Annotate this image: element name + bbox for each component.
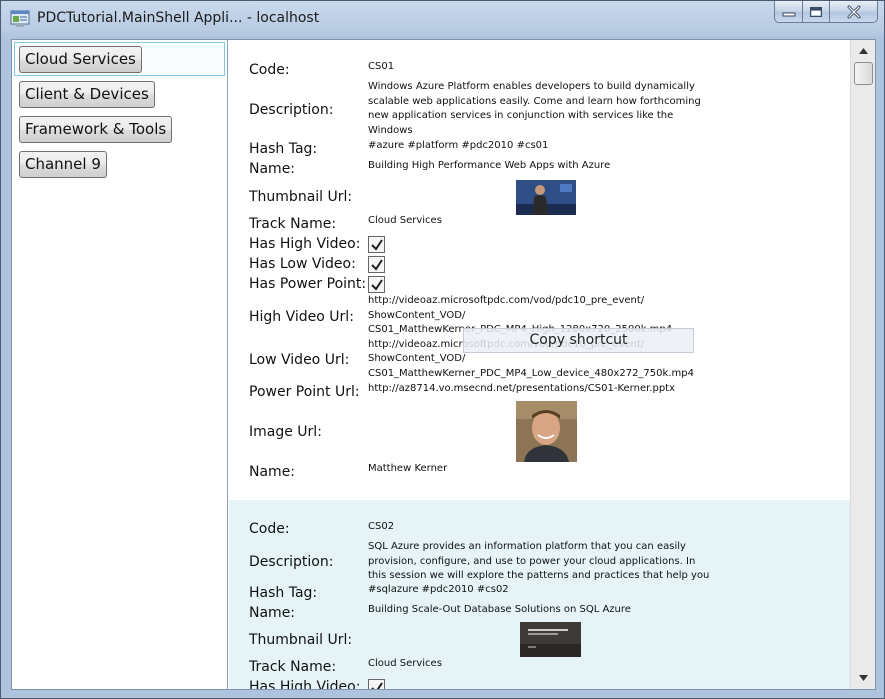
code-value: CS01 (368, 61, 395, 72)
scrollbar-thumb[interactable] (854, 62, 873, 85)
has-low-video-checkbox[interactable] (368, 256, 385, 273)
copy-shortcut-tooltip[interactable]: Copy shortcut (463, 328, 694, 353)
name-value: Building High Performance Web Apps with … (368, 160, 611, 171)
hash-tag-value: #sqlazure #pdc2010 #cs02 (368, 584, 509, 595)
code-label: Code: (249, 521, 290, 537)
thumbnail-url-label: Thumbnail Url: (249, 189, 353, 205)
has-high-video-checkbox[interactable] (368, 236, 385, 253)
window-title: PDCTutorial.MainShell Appli... - localho… (37, 10, 320, 26)
speaker-name-label: Name: (249, 464, 296, 480)
session-record[interactable]: Code: CS01 Description: Windows Azure Pl… (229, 40, 851, 500)
sidebar-item-cloud-services[interactable]: Cloud Services (19, 46, 142, 73)
low-video-url-label: Low Video Url: (249, 352, 350, 368)
track-name-label: Track Name: (249, 659, 337, 675)
has-power-point-label: Has Power Point: (249, 276, 367, 292)
session-list[interactable]: Code: CS01 Description: Windows Azure Pl… (229, 40, 851, 689)
code-value: CS02 (368, 521, 395, 532)
hash-tag-label: Hash Tag: (249, 585, 318, 601)
session-record[interactable]: Code: CS02 Description: SQL Azure provid… (229, 500, 851, 689)
speaker-photo (516, 401, 577, 462)
name-label: Name: (249, 161, 296, 177)
sidebar-item-client-devices[interactable]: Client & Devices (19, 81, 155, 108)
app-icon (10, 10, 30, 28)
power-point-url-label: Power Point Url: (249, 384, 360, 400)
has-high-video-label: Has High Video: (249, 236, 361, 252)
speaker-name-value: Matthew Kerner (368, 463, 448, 474)
high-video-url-line[interactable]: http://videoaz.microsoftpdc.com/vod/pdc1… (368, 294, 644, 309)
thumbnail-image (520, 622, 581, 657)
has-high-video-checkbox[interactable] (368, 679, 385, 689)
name-label: Name: (249, 605, 296, 621)
has-power-point-checkbox[interactable] (368, 276, 385, 293)
low-video-url-line[interactable]: ShowContent_VOD/ (368, 352, 465, 367)
close-icon (847, 5, 860, 18)
checkmark-icon (370, 238, 383, 251)
arrow-down-icon (858, 675, 868, 681)
track-name-value: Cloud Services (368, 215, 442, 226)
hash-tag-value: #azure #platform #pdc2010 #cs01 (368, 140, 549, 151)
track-name-label: Track Name: (249, 216, 337, 232)
low-video-url-line[interactable]: CS01_MatthewKerner_PDC_MP4_Low_device_48… (368, 367, 694, 382)
code-label: Code: (249, 62, 290, 78)
client-area: Cloud Services Client & Devices Framewor… (11, 39, 876, 690)
description-label: Description: (249, 102, 334, 118)
track-name-value: Cloud Services (368, 658, 442, 669)
power-point-url-value[interactable]: http://az8714.vo.msecnd.net/presentation… (368, 382, 675, 397)
maximize-button[interactable] (803, 1, 830, 23)
has-low-video-label: Has Low Video: (249, 256, 356, 272)
vertical-scrollbar[interactable] (850, 40, 875, 689)
arrow-up-icon (858, 48, 868, 54)
minimize-button[interactable] (774, 1, 803, 23)
thumbnail-url-label: Thumbnail Url: (249, 632, 353, 648)
maximize-icon (810, 6, 822, 17)
title-bar[interactable]: PDCTutorial.MainShell Appli... - localho… (1, 1, 884, 37)
app-window: PDCTutorial.MainShell Appli... - localho… (0, 0, 885, 699)
image-url-label: Image Url: (249, 424, 322, 440)
checkmark-icon (370, 258, 383, 271)
hash-tag-label: Hash Tag: (249, 141, 318, 157)
description-value: Windows Azure Platform enables developer… (368, 81, 701, 136)
has-high-video-label: Has High Video: (249, 679, 361, 689)
track-sidebar: Cloud Services Client & Devices Framewor… (12, 40, 228, 689)
close-button[interactable] (830, 1, 878, 23)
high-video-url-label: High Video Url: (249, 309, 354, 325)
checkmark-icon (370, 681, 383, 689)
thumbnail-image (516, 180, 576, 215)
high-video-url-line[interactable]: ShowContent_VOD/ (368, 309, 465, 324)
description-label: Description: (249, 554, 334, 570)
description-value: SQL Azure provides an information platfo… (368, 541, 710, 582)
checkmark-icon (370, 278, 383, 291)
caption-buttons (774, 1, 878, 23)
name-value: Building Scale-Out Database Solutions on… (368, 604, 631, 615)
sidebar-item-framework-tools[interactable]: Framework & Tools (19, 116, 173, 143)
scroll-up-button[interactable] (851, 41, 875, 61)
scroll-down-button[interactable] (851, 668, 875, 688)
minimize-icon (782, 12, 795, 16)
sidebar-item-channel-9[interactable]: Channel 9 (19, 151, 107, 178)
